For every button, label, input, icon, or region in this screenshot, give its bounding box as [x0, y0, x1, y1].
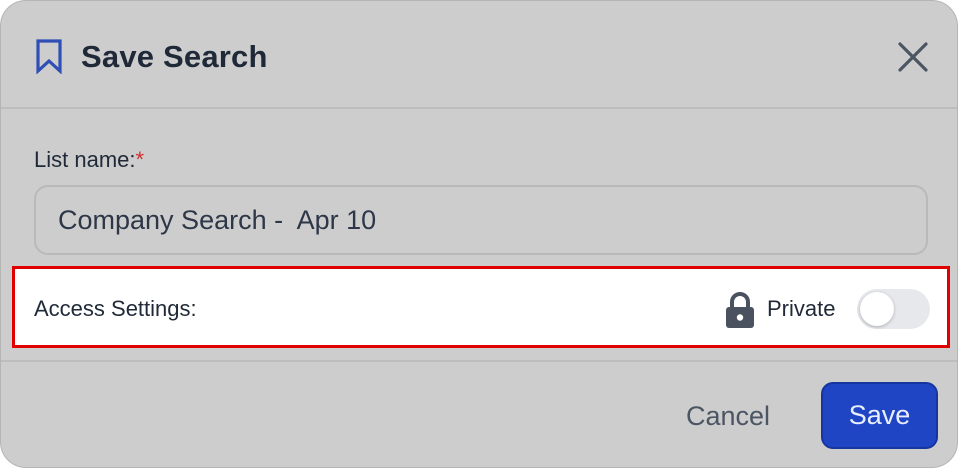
footer-divider	[1, 360, 957, 362]
bookmark-icon	[36, 39, 62, 74]
access-settings-label: Access Settings:	[34, 296, 197, 321]
dialog-header: Save Search	[1, 1, 957, 109]
private-label: Private	[767, 296, 836, 321]
close-icon[interactable]	[893, 37, 933, 77]
dialog-title: Save Search	[81, 39, 268, 74]
cancel-button[interactable]: Cancel	[661, 386, 795, 446]
list-name-input[interactable]	[34, 185, 928, 255]
toggle-knob	[860, 292, 894, 326]
save-button[interactable]: Save	[821, 382, 938, 449]
save-search-dialog: Save Search List name:* Access Settings:…	[0, 0, 958, 468]
list-name-label: List name:*	[34, 146, 144, 174]
list-name-label-text: List name:	[34, 147, 136, 172]
private-toggle[interactable]	[857, 289, 930, 329]
required-marker: *	[135, 147, 145, 172]
access-settings-row: Access Settings: Private	[12, 266, 950, 348]
lock-icon	[726, 292, 754, 328]
